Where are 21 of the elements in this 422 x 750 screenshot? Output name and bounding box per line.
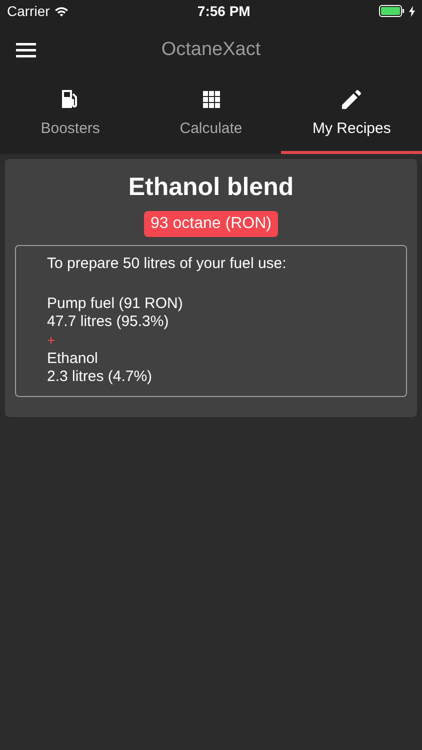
menu-button[interactable] — [16, 42, 36, 58]
plus-separator: + — [47, 332, 56, 348]
menu-icon — [16, 42, 36, 58]
pencil-icon — [342, 90, 362, 109]
app-title: OctaneXact — [161, 38, 261, 60]
recipe-title: Ethanol blend — [128, 172, 294, 203]
tab[interactable]: Boosters — [0, 78, 141, 154]
carrier-text: Carrier — [7, 2, 50, 20]
instructions-intro: To prepare 50 litres of your fuel use: — [47, 254, 286, 272]
octane-badge: 93 octane (RON) — [144, 210, 278, 236]
battery-icon — [378, 5, 405, 17]
component-name: Pump fuel (91 RON) — [47, 294, 183, 312]
fuel-pump-icon — [61, 89, 80, 110]
grid-icon — [202, 90, 220, 108]
wifi-icon — [54, 6, 69, 16]
tab[interactable]: My Recipes — [281, 78, 422, 154]
component-amount: 2.3 litres (4.7%) — [47, 368, 152, 384]
component-name: Ethanol — [47, 350, 98, 366]
clock-text: 7:56 PM — [197, 2, 250, 20]
component-amount: 47.7 litres (95.3%) — [47, 312, 169, 330]
tab[interactable]: Calculate — [140, 78, 282, 154]
